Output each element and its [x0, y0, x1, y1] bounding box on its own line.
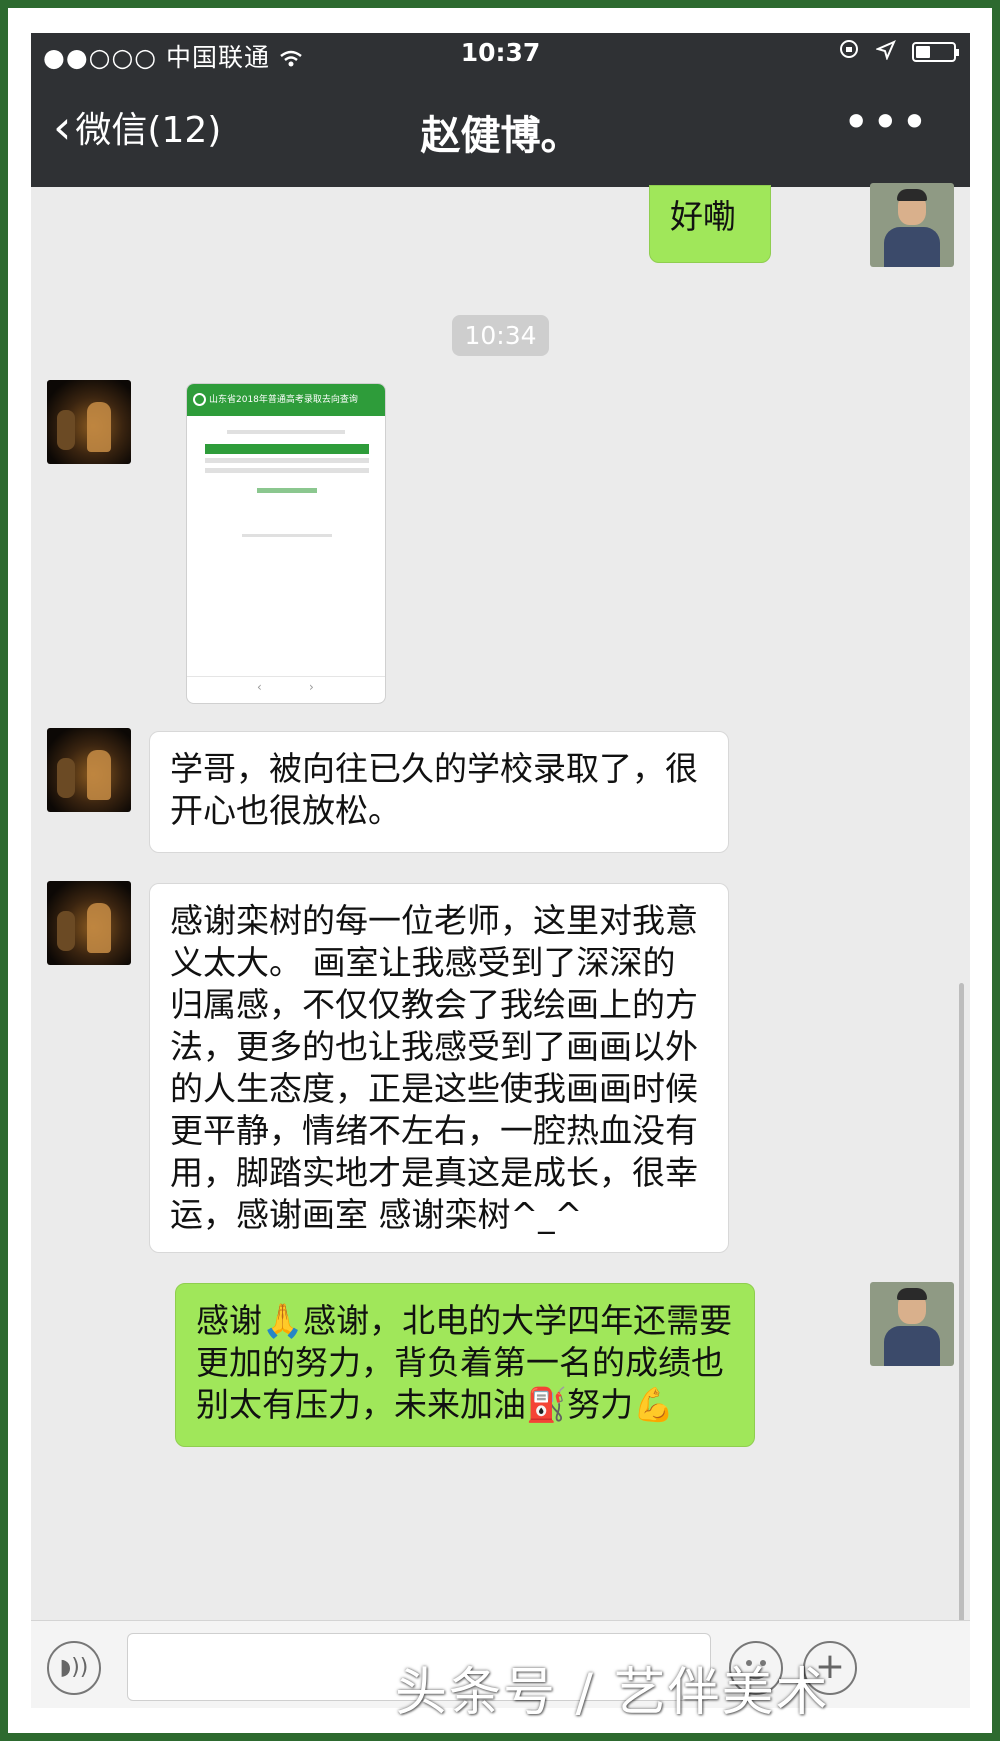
image-caption: 山东省2018年普通高考录取去向查询 — [209, 395, 358, 405]
orientation-lock-icon — [838, 37, 860, 66]
location-icon — [875, 37, 896, 66]
message-bubble-mine[interactable]: 好嘞 — [649, 185, 771, 263]
voice-icon[interactable]: ◗)) — [47, 1641, 101, 1695]
scrollbar[interactable] — [959, 983, 964, 1623]
status-bar: ●●○○○ 中国联通 10:37 — [31, 33, 970, 73]
chat-timestamp: 10:34 — [31, 315, 970, 356]
status-time: 10:37 — [460, 38, 541, 67]
message-bubble-mine[interactable]: 感谢🙏感谢，北电的大学四年还需要更加的努力，背负着第一名的成绩也别太有压力，未来… — [175, 1283, 755, 1447]
prev-icon: ‹ — [257, 680, 262, 694]
avatar-me[interactable] — [870, 1282, 954, 1366]
avatar-friend[interactable] — [47, 728, 131, 812]
next-icon: › — [309, 680, 314, 694]
avatar-me[interactable] — [870, 183, 954, 267]
avatar-friend[interactable] — [47, 881, 131, 965]
message-bubble-friend[interactable]: 学哥，被向往已久的学校录取了，很开心也很放松。 — [149, 731, 729, 853]
image-message[interactable]: 山东省2018年普通高考录取去向查询 ‹ › — [186, 383, 386, 704]
battery-icon — [912, 41, 959, 62]
phone-screen: ●●○○○ 中国联通 10:37 ‹ 微信(12) 赵健博。 ••• 好嘞 10… — [31, 33, 970, 1708]
more-icon[interactable]: ••• — [843, 95, 930, 149]
message-bubble-friend[interactable]: 感谢栾树的每一位老师，这里对我意义太大。 画室让我感受到了深深的归属感，不仅仅教… — [149, 883, 729, 1253]
chat-title: 赵健博。 — [420, 113, 581, 159]
app-logo-icon — [193, 393, 206, 406]
chat-header: ‹ 微信(12) 赵健博。 ••• — [31, 73, 970, 187]
watermark: 头条号 / 艺伴美术 — [395, 1663, 830, 1723]
avatar-friend[interactable] — [47, 380, 131, 464]
